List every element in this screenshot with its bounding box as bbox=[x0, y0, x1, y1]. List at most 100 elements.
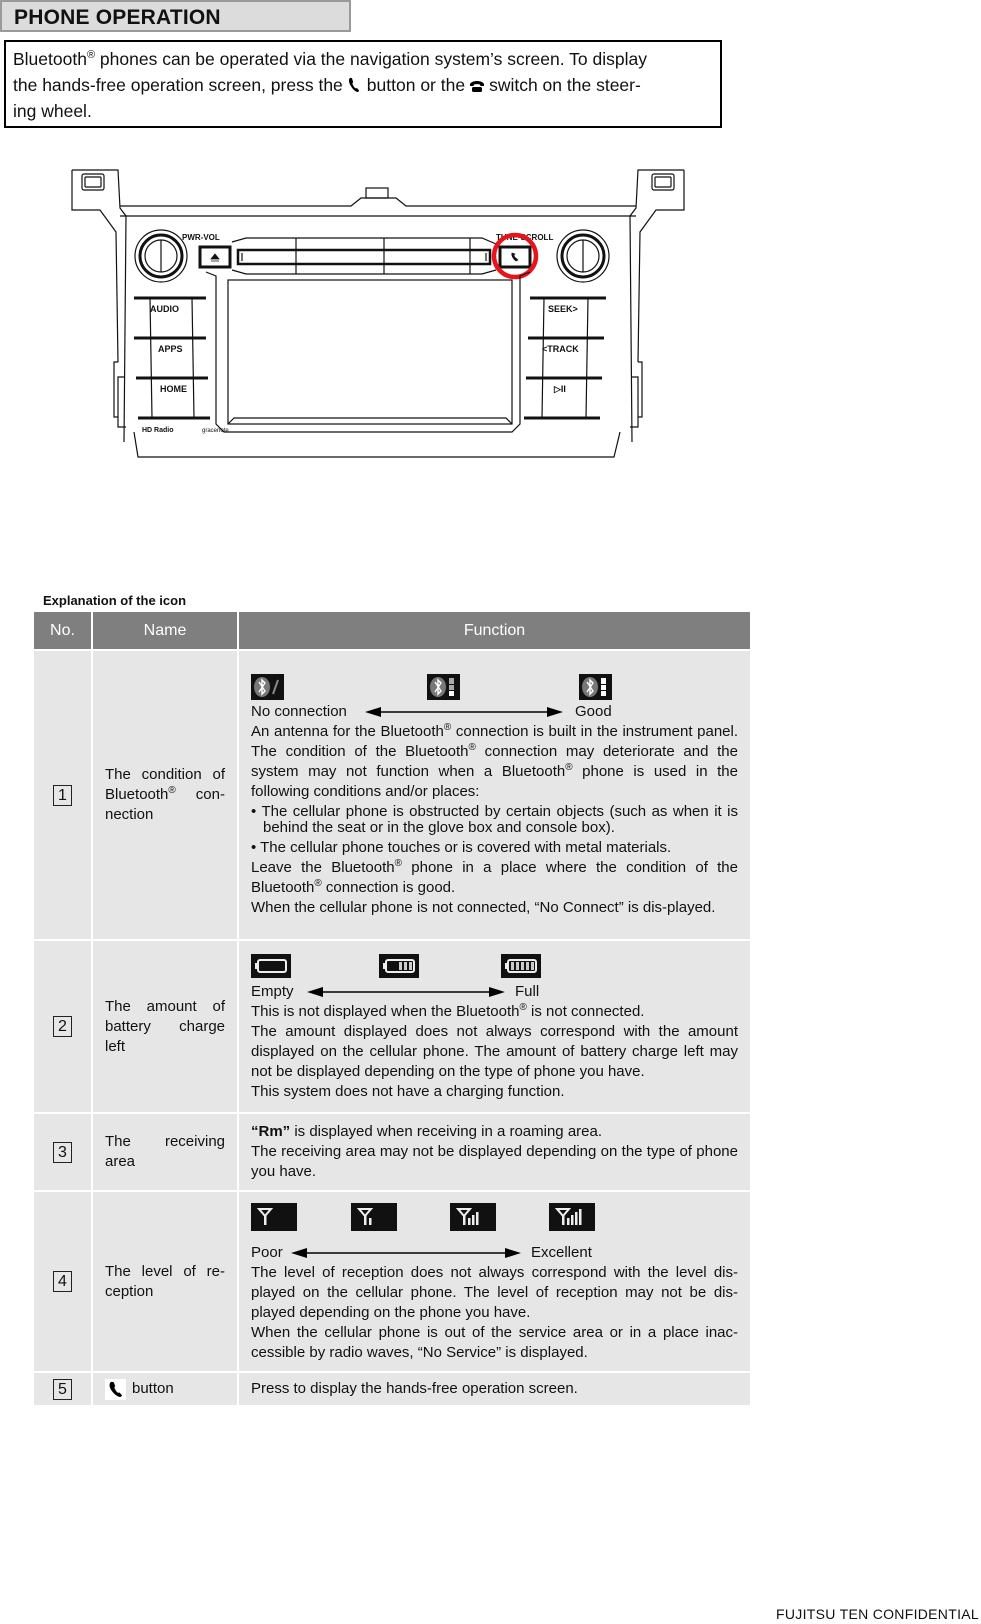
row-number: 2 bbox=[53, 1016, 72, 1037]
steering-phone-switch-icon bbox=[470, 81, 485, 92]
phone-handset-icon bbox=[348, 77, 359, 92]
top-tab bbox=[365, 187, 389, 199]
row-number: 5 bbox=[53, 1378, 72, 1400]
signal-4-bars-icon bbox=[549, 1202, 595, 1231]
row-name: The level of re-ception bbox=[91, 1190, 238, 1372]
row-function: Empty Full This is not displayed when th… bbox=[237, 939, 750, 1113]
registered-mark: ® bbox=[468, 742, 476, 753]
right-button-panel bbox=[524, 296, 606, 420]
row-number-cell: 2 bbox=[34, 939, 92, 1113]
row-function: Press to display the hands-free operatio… bbox=[237, 1371, 750, 1405]
seek-button[interactable]: SEEK> bbox=[548, 304, 578, 314]
double-arrow-icon bbox=[365, 707, 563, 717]
scale-left-label: No connection bbox=[251, 703, 347, 720]
intro-text-fragment: switch on the steer- bbox=[489, 75, 641, 95]
scale-left-label: Empty bbox=[251, 982, 294, 1000]
row-number-cell: 4 bbox=[34, 1190, 92, 1372]
icon-explanation-table: No. Name Function 1 The condition of Blu… bbox=[34, 612, 750, 1405]
table-row: 3 The receiving area “Rm” is displayed w… bbox=[34, 1112, 750, 1191]
text-fragment: This is not displayed when the Bluetooth bbox=[251, 1002, 520, 1020]
gracenote-logo: gracenote bbox=[202, 428, 229, 434]
section-label: Explanation of the icon bbox=[43, 593, 187, 608]
row-number-cell: 3 bbox=[34, 1112, 92, 1191]
intro-line-2: the hands-free operation screen, press t… bbox=[13, 72, 713, 98]
bullet-item: • The cellular phone touches or is cover… bbox=[251, 839, 672, 856]
intro-line-3: ing wheel. bbox=[13, 101, 92, 121]
table-row: 5 button Press to display the hands-free… bbox=[34, 1371, 750, 1405]
signal-0-bars-icon bbox=[251, 1202, 297, 1231]
table-row: 4 The level of re-ception Poor Excellent… bbox=[34, 1190, 750, 1372]
row-name: button bbox=[91, 1371, 238, 1405]
bluetooth-icon-scale bbox=[251, 672, 738, 702]
scale-right-label: Excellent bbox=[531, 1243, 592, 1261]
phone-button[interactable] bbox=[498, 245, 532, 269]
table-row: 2 The amount of battery charge left Empt… bbox=[34, 939, 750, 1113]
column-header-no: No. bbox=[34, 612, 92, 650]
confidential-footer: FUJITSU TEN CONFIDENTIAL bbox=[776, 1606, 979, 1622]
home-button[interactable]: HOME bbox=[160, 384, 187, 394]
apps-button[interactable]: APPS bbox=[158, 344, 183, 354]
text-fragment: is not connected. bbox=[526, 1002, 645, 1020]
function-paragraph: The receiving area may not be displayed … bbox=[251, 1143, 738, 1180]
function-paragraph: The amount displayed does not always cor… bbox=[251, 1022, 738, 1080]
bluetooth-no-connection-icon bbox=[251, 674, 284, 700]
row-function: Poor Excellent The level of reception do… bbox=[237, 1190, 750, 1372]
bluetooth-good-icon bbox=[579, 674, 612, 700]
row-function: No connection Good An antenna for the Bl… bbox=[237, 649, 750, 940]
roaming-indicator-text: “Rm” bbox=[251, 1123, 291, 1140]
row-number-cell: 1 bbox=[34, 649, 92, 940]
table-row: 1 The condition of Bluetooth® con-nectio… bbox=[34, 649, 750, 940]
registered-mark: ® bbox=[394, 858, 402, 869]
pwr-vol-knob bbox=[134, 229, 188, 283]
play-pause-button[interactable]: ▷II bbox=[553, 384, 566, 394]
function-paragraph: “Rm” is displayed when receiving in a ro… bbox=[251, 1122, 738, 1142]
display-screen bbox=[205, 271, 531, 433]
function-paragraph: Leave the Bluetooth® phone in a place wh… bbox=[251, 858, 738, 898]
housing-top bbox=[120, 197, 636, 207]
scale-right-label: Full bbox=[515, 982, 540, 1000]
left-bracket bbox=[71, 169, 127, 443]
function-paragraph: This is not displayed when the Bluetooth… bbox=[251, 1002, 738, 1022]
intro-text-fragment: Bluetooth bbox=[13, 49, 87, 69]
eject-button[interactable] bbox=[198, 245, 232, 269]
registered-mark: ® bbox=[565, 762, 573, 773]
disc-slot bbox=[231, 237, 497, 275]
reception-scale: Poor Excellent bbox=[251, 1243, 738, 1263]
audio-button[interactable]: AUDIO bbox=[150, 304, 179, 314]
housing-bottom bbox=[133, 431, 621, 458]
double-arrow-icon bbox=[307, 986, 505, 997]
connection-scale: No connection Good bbox=[251, 702, 738, 722]
head-unit-diagram: PWR-VOL TUNE·SCROLL AUDIO APPS HOME SEEK… bbox=[71, 169, 685, 458]
scale-right-label: Good bbox=[575, 703, 612, 720]
track-button[interactable]: <TRACK bbox=[542, 344, 579, 354]
row-number: 4 bbox=[53, 1271, 72, 1292]
row-function: “Rm” is displayed when receiving in a ro… bbox=[237, 1112, 750, 1191]
row-name: The condition of Bluetooth® con-nection bbox=[91, 649, 238, 940]
text-fragment: connection is good. bbox=[321, 879, 456, 896]
phone-handset-icon bbox=[105, 1378, 126, 1400]
battery-icon-scale bbox=[251, 952, 738, 982]
page-title: PHONE OPERATION bbox=[0, 0, 351, 32]
tune-scroll-knob bbox=[556, 229, 610, 283]
registered-mark: ® bbox=[519, 1001, 527, 1013]
intro-text-fragment: the hands-free operation screen, press t… bbox=[13, 75, 343, 95]
double-arrow-icon bbox=[291, 1247, 521, 1258]
function-paragraph: When the cellular phone is out of the se… bbox=[251, 1323, 738, 1361]
row-name: The receiving area bbox=[91, 1112, 238, 1191]
registered-mark: ® bbox=[86, 49, 96, 62]
text-fragment: An antenna for the Bluetooth bbox=[251, 723, 444, 740]
function-paragraph: This system does not have a charging fun… bbox=[251, 1082, 565, 1100]
name-text: button bbox=[132, 1380, 174, 1397]
registered-mark: ® bbox=[168, 785, 176, 796]
function-paragraph: The level of reception does not always c… bbox=[251, 1263, 738, 1321]
function-paragraph: An antenna for the Bluetooth® connection… bbox=[251, 722, 738, 802]
row-name: The amount of battery charge left bbox=[91, 939, 238, 1113]
scale-left-label: Poor bbox=[251, 1243, 283, 1261]
signal-1-bar-icon bbox=[351, 1202, 397, 1231]
signal-3-bars-icon bbox=[450, 1202, 496, 1231]
intro-text-fragment: phones can be operated via the navigatio… bbox=[95, 49, 647, 69]
table-header-row: No. Name Function bbox=[34, 612, 750, 650]
column-header-function: Function bbox=[237, 612, 750, 650]
intro-text: Bluetooth® phones can be operated via th… bbox=[4, 40, 722, 128]
left-button-panel bbox=[134, 296, 210, 420]
